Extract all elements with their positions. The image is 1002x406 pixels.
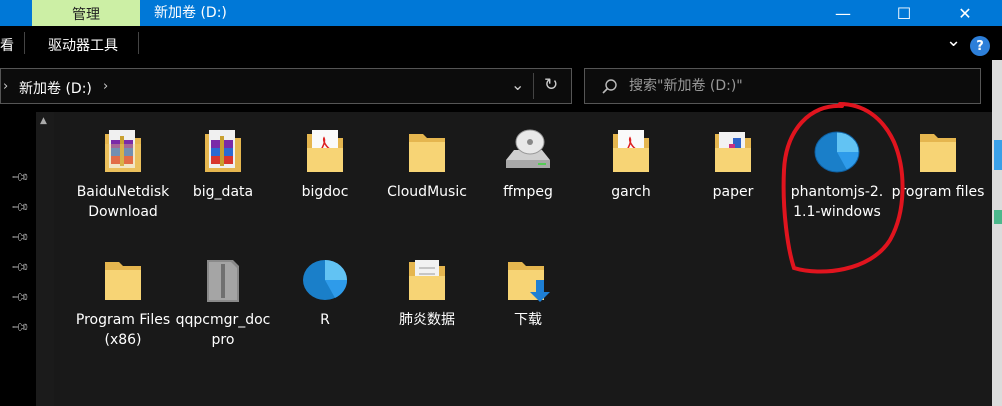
file-label: paper bbox=[712, 184, 754, 200]
search-box[interactable] bbox=[584, 68, 981, 104]
drive-tools-tab[interactable]: 驱动器工具 bbox=[48, 35, 118, 55]
search-input[interactable] bbox=[629, 69, 969, 103]
folder-icon bbox=[105, 262, 141, 300]
pdf-folder-icon bbox=[613, 130, 649, 172]
file-item[interactable]: garch bbox=[583, 126, 679, 202]
file-item[interactable]: paper bbox=[685, 126, 781, 202]
file-item[interactable]: R bbox=[277, 254, 373, 330]
file-label: garch bbox=[611, 184, 651, 200]
pin-icon[interactable]: 📌︎ bbox=[10, 257, 31, 278]
file-label: bigdoc bbox=[301, 184, 349, 200]
blue-pie-icon bbox=[303, 260, 348, 300]
winrar-folder-icon bbox=[105, 130, 141, 172]
view-tab[interactable]: 看 bbox=[0, 35, 14, 55]
ribbon-divider bbox=[138, 32, 139, 54]
refresh-icon[interactable]: ↻ bbox=[544, 75, 558, 95]
pin-icon[interactable]: 📌︎ bbox=[10, 317, 31, 338]
breadcrumb-drive[interactable]: 新加卷 (D:) bbox=[19, 78, 92, 98]
nav-scrollbar[interactable]: ▲ bbox=[36, 112, 54, 406]
maximize-button[interactable]: ☐ bbox=[881, 0, 927, 26]
chevron-down-icon[interactable]: ⌄ bbox=[511, 75, 524, 94]
file-item[interactable]: BaiduNetdiskDownload bbox=[75, 126, 171, 222]
file-item[interactable]: 肺炎数据 bbox=[379, 254, 475, 330]
folder-icon bbox=[409, 134, 445, 172]
file-label: big_data bbox=[192, 184, 254, 200]
manage-tab[interactable]: 管理 bbox=[32, 0, 140, 28]
file-label: Program Files (x86) bbox=[75, 312, 171, 348]
document-folder-icon bbox=[715, 132, 751, 172]
ribbon: 看 驱动器工具 ⌄ bbox=[0, 26, 1002, 60]
pdf-folder-icon bbox=[307, 130, 343, 172]
navigation-pane: 📌︎ 📌︎ 📌︎ 📌︎ 📌︎ 📌︎ bbox=[0, 112, 36, 406]
download-folder-icon bbox=[508, 262, 550, 302]
background-window-edge bbox=[992, 60, 1002, 406]
file-label: 下载 bbox=[514, 312, 542, 328]
file-item[interactable]: bigdoc bbox=[277, 126, 373, 202]
file-label: 肺炎数据 bbox=[399, 312, 455, 328]
folder-icon bbox=[920, 134, 956, 172]
help-icon[interactable]: ? bbox=[970, 36, 990, 56]
file-item[interactable]: qqpcmgr_docpro bbox=[175, 254, 271, 350]
chevron-down-icon[interactable]: ⌄ bbox=[946, 30, 961, 51]
title-bar: 管理 新加卷 (D:) — ☐ ✕ bbox=[0, 0, 1002, 28]
ribbon-divider bbox=[24, 32, 25, 54]
file-item[interactable]: CloudMusic bbox=[379, 126, 475, 202]
file-label: CloudMusic bbox=[387, 184, 467, 200]
file-item[interactable]: 下载 bbox=[480, 254, 576, 330]
file-label: qqpcmgr_docpro bbox=[175, 312, 271, 348]
file-label: BaiduNetdiskDownload bbox=[76, 184, 170, 220]
archive-folder-icon bbox=[207, 260, 239, 302]
address-bar[interactable]: › 新加卷 (D:) › ⌄ ↻ bbox=[0, 68, 572, 104]
chevron-right-icon[interactable]: › bbox=[103, 79, 108, 94]
pin-icon[interactable]: 📌︎ bbox=[10, 197, 31, 218]
file-item[interactable]: Program Files (x86) bbox=[75, 254, 171, 350]
document-folder-icon bbox=[409, 260, 445, 300]
background-window-edge bbox=[994, 210, 1002, 224]
file-item[interactable]: ffmpeg bbox=[480, 126, 576, 202]
red-circle-annotation bbox=[781, 102, 905, 274]
file-label: R bbox=[320, 312, 330, 328]
file-item[interactable]: big_data bbox=[175, 126, 271, 202]
scroll-up-icon[interactable]: ▲ bbox=[40, 116, 47, 126]
search-icon bbox=[602, 79, 617, 94]
winrar-folder-icon bbox=[205, 130, 241, 172]
close-button[interactable]: ✕ bbox=[942, 0, 988, 26]
address-divider bbox=[533, 73, 534, 99]
pin-icon[interactable]: 📌︎ bbox=[10, 167, 31, 188]
pin-icon[interactable]: 📌︎ bbox=[10, 227, 31, 248]
chevron-right-icon: › bbox=[3, 79, 9, 94]
file-label: ffmpeg bbox=[503, 184, 553, 200]
minimize-button[interactable]: — bbox=[820, 0, 866, 26]
window-title: 新加卷 (D:) bbox=[154, 5, 227, 21]
pin-icon[interactable]: 📌︎ bbox=[10, 287, 31, 308]
drive-disc-icon bbox=[506, 129, 550, 168]
background-window-edge bbox=[994, 140, 1002, 170]
